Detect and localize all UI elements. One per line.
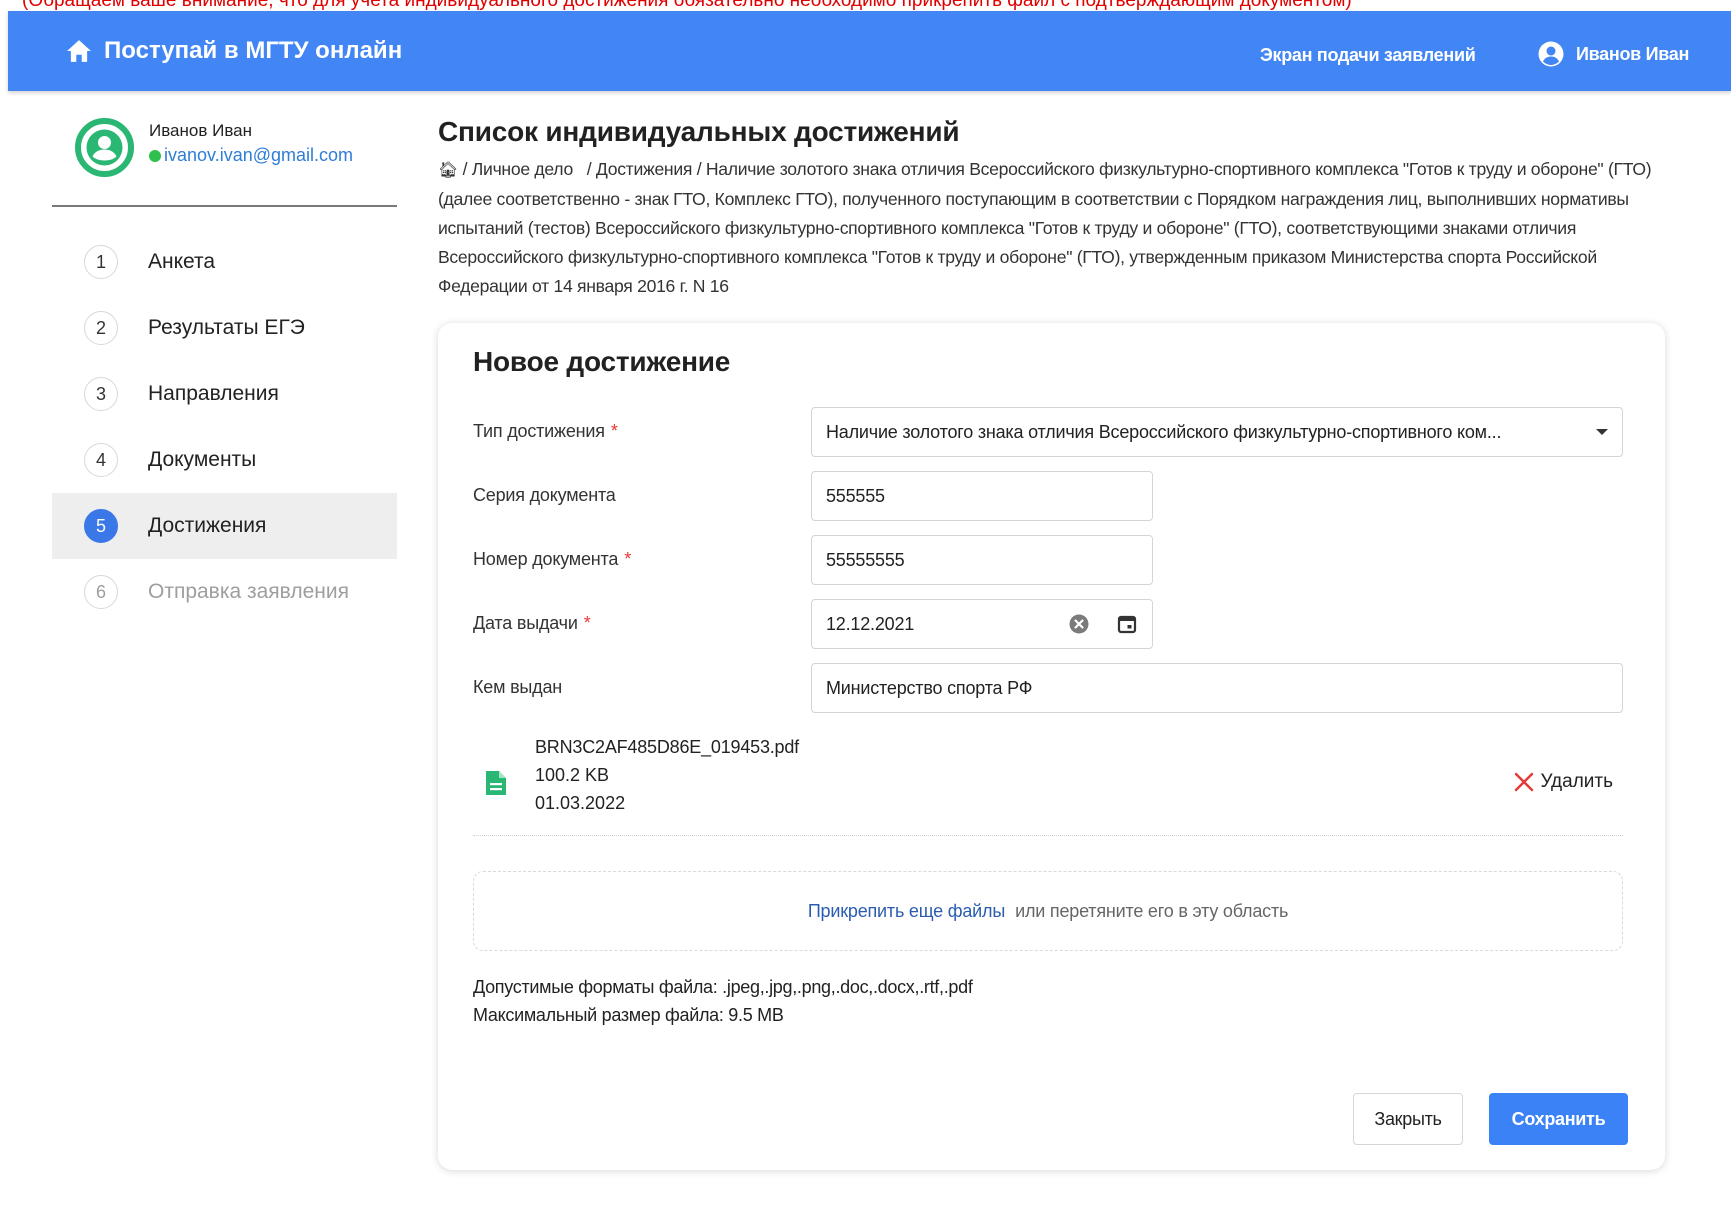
step-number: 5 [84, 509, 118, 543]
file-document-icon [486, 771, 506, 795]
issue-date-input[interactable]: 12.12.2021 [811, 599, 1153, 649]
step-directions[interactable]: 3 Направления [52, 361, 397, 427]
step-label: Направления [148, 382, 279, 405]
file-divider [473, 835, 1623, 836]
file-name[interactable]: BRN3C2AF485D86E_019453.pdf [535, 737, 799, 758]
max-file-size: Максимальный размер файла: 9.5 MB [473, 1005, 784, 1025]
dropdown-caret-icon [1596, 429, 1608, 435]
save-button[interactable]: Сохранить [1489, 1093, 1628, 1145]
brand-title: Поступай в МГТУ онлайн [104, 37, 403, 64]
close-button[interactable]: Закрыть [1353, 1093, 1463, 1145]
achievement-type-label: Тип достижения * [473, 421, 618, 441]
step-anketa[interactable]: 1 Анкета [52, 229, 397, 295]
app-bar: Поступай в МГТУ онлайн Экран подачи заяв… [8, 11, 1731, 91]
achievement-type-select[interactable]: Наличие золотого знака отличия Всероссий… [811, 407, 1623, 457]
card-title: Новое достижение [473, 346, 731, 377]
user-name: Иванов Иван [1576, 43, 1690, 64]
achievement-type-value: Наличие золотого знака отличия Всероссий… [826, 421, 1502, 442]
step-number: 2 [84, 311, 118, 345]
file-requirements: Допустимые форматы файла: .jpeg,.jpg,.pn… [473, 973, 973, 1029]
allowed-formats: Допустимые форматы файла: .jpeg,.jpg,.pn… [473, 977, 973, 997]
attach-more-files-link[interactable]: Прикрепить еще файлы [808, 901, 1005, 922]
series-label: Серия документа [473, 485, 616, 505]
online-status-dot [149, 149, 161, 162]
dropzone-hint: или перетяните его в эту область [1015, 900, 1289, 921]
issuer-row: Кем выдан Министерство спорта РФ [473, 663, 1623, 713]
profile-name: Иванов Иван [149, 121, 253, 140]
breadcrumb-home-icon[interactable]: 🏠︎ [438, 162, 458, 179]
issuer-label: Кем выдан [473, 677, 563, 697]
breadcrumb-personal-file[interactable]: Личное дело [472, 159, 573, 179]
breadcrumb-current: Наличие золотого знака отличия Всероссий… [438, 159, 1652, 296]
calendar-icon[interactable] [1116, 613, 1138, 635]
step-documents[interactable]: 4 Документы [52, 427, 397, 493]
applications-screen-link[interactable]: Экран подачи заявлений [1260, 45, 1476, 66]
step-label: Результаты ЕГЭ [148, 316, 305, 339]
profile-divider [52, 205, 397, 207]
step-number: 1 [84, 245, 118, 279]
attachment-notice: (Обращаем ваше внимание, что для учета и… [22, 0, 1352, 11]
issue-date-label: Дата выдачи * [473, 613, 591, 633]
file-date: 01.03.2022 [535, 793, 626, 813]
step-label: Анкета [148, 250, 216, 273]
file-dropzone[interactable]: Прикрепить еще файлы или перетяните его … [473, 871, 1623, 951]
page-title: Список индивидуальных достижений [438, 116, 960, 147]
required-mark: * [610, 421, 618, 441]
step-label: Достижения [148, 514, 267, 537]
issuer-input[interactable]: Министерство спорта РФ [811, 663, 1623, 713]
series-input[interactable]: 555555 [811, 471, 1153, 521]
avatar-icon [75, 118, 134, 177]
profile-email-row: ivanov.ivan@gmail.com [149, 145, 353, 166]
number-input[interactable]: 55555555 [811, 535, 1153, 585]
application-steps: 1 Анкета 2 Результаты ЕГЭ 3 Направления … [52, 229, 397, 625]
series-row: Серия документа 555555 [473, 471, 1623, 521]
required-mark: * [583, 613, 591, 633]
delete-file-button[interactable]: Удалить [1514, 771, 1613, 793]
brand-link[interactable]: Поступай в МГТУ онлайн [66, 35, 402, 67]
number-label: Номер документа * [473, 549, 631, 569]
step-ege-results[interactable]: 2 Результаты ЕГЭ [52, 295, 397, 361]
home-icon [67, 40, 91, 62]
profile-card: Иванов Иван ivanov.ivan@gmail.com [74, 117, 394, 187]
step-number: 3 [84, 377, 118, 411]
step-achievements[interactable]: 5 Достижения [52, 493, 397, 559]
breadcrumb-achievements[interactable]: Достижения [596, 159, 693, 179]
issue-date-row: Дата выдачи * 12.12.2021 [473, 599, 1623, 649]
step-number: 4 [84, 443, 118, 477]
account-circle-icon [1538, 41, 1564, 67]
step-label: Отправка заявления [148, 580, 349, 603]
breadcrumb: 🏠︎ / Личное дело / Достижения / Наличие … [438, 159, 1652, 296]
user-menu[interactable]: Иванов Иван [1538, 41, 1689, 67]
close-icon [1515, 772, 1534, 792]
required-mark: * [624, 549, 631, 569]
attached-file: BRN3C2AF485D86E_019453.pdf 100.2 KB 01.0… [473, 737, 1623, 835]
achievement-type-row: Тип достижения * Наличие золотого знака о… [473, 407, 1623, 457]
clear-icon[interactable] [1068, 613, 1090, 635]
new-achievement-card: Новое достижение Тип достижения * Наличие… [438, 323, 1665, 1170]
profile-email: ivanov.ivan@gmail.com [164, 145, 354, 165]
number-row: Номер документа * 55555555 [473, 535, 1623, 585]
step-number: 6 [84, 575, 118, 609]
step-label: Документы [148, 448, 257, 471]
file-size: 100.2 KB [535, 765, 610, 785]
step-submit-application: 6 Отправка заявления [52, 559, 397, 625]
